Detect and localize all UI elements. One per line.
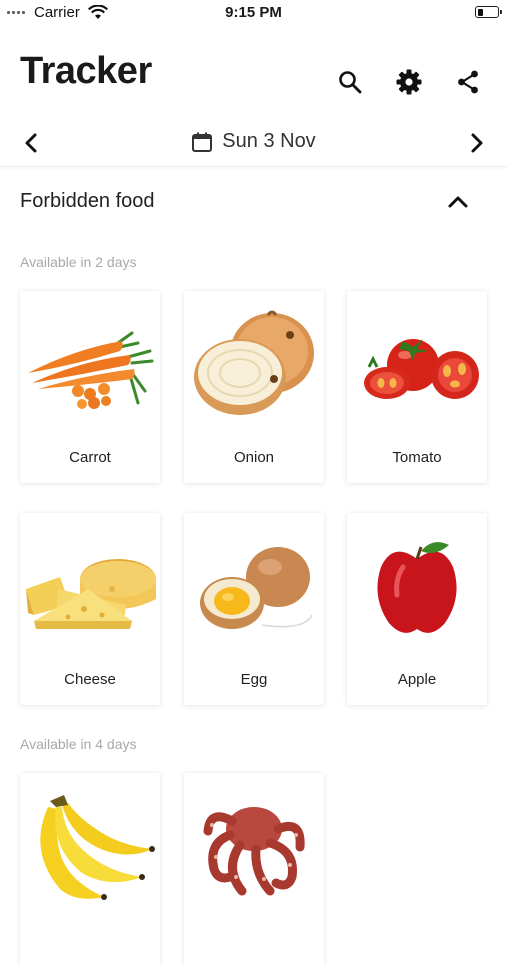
food-card-cheese[interactable]: Cheese — [20, 513, 160, 705]
tomato-image — [364, 339, 479, 399]
food-card-egg[interactable]: Egg — [184, 513, 324, 705]
chevron-right-icon — [471, 133, 483, 153]
next-day-button[interactable] — [462, 128, 492, 158]
share-icon — [458, 70, 478, 94]
onion-image — [194, 310, 314, 415]
food-card-apple[interactable]: Apple — [347, 513, 487, 705]
forbidden-food-header[interactable]: Forbidden food — [0, 180, 507, 226]
battery-icon — [475, 6, 502, 18]
apple-image — [377, 542, 457, 633]
collapse-button[interactable] — [445, 189, 471, 215]
search-icon — [339, 71, 362, 94]
chevron-up-icon — [448, 196, 468, 208]
settings-button[interactable] — [392, 65, 426, 99]
group-label: Available in 4 days — [20, 736, 137, 752]
food-name: Apple — [397, 671, 437, 688]
page-title: Tracker — [20, 50, 152, 92]
food-name: Onion — [233, 449, 275, 466]
share-button[interactable] — [451, 65, 485, 99]
section-title: Forbidden food — [20, 190, 155, 212]
food-card-octopus[interactable] — [184, 773, 324, 965]
food-name: Egg — [240, 671, 268, 688]
calendar-icon — [192, 132, 213, 152]
date-navigator: Sun 3 Nov — [0, 120, 507, 167]
food-card-onion[interactable]: Onion — [184, 291, 324, 483]
food-name: Cheese — [64, 671, 116, 688]
date-picker[interactable]: Sun 3 Nov — [0, 130, 507, 153]
cheese-image — [26, 559, 156, 629]
food-name: Carrot — [69, 449, 111, 466]
food-card-tomato[interactable]: Tomato — [347, 291, 487, 483]
group-label: Available in 2 days — [20, 254, 137, 270]
current-date: Sun 3 Nov — [222, 130, 316, 152]
status-bar: Carrier 9:15 PM — [0, 0, 507, 28]
food-name: Tomato — [392, 449, 442, 466]
carrot-image — [28, 331, 154, 409]
egg-image — [200, 547, 313, 629]
search-button[interactable] — [333, 65, 367, 99]
status-time: 9:15 PM — [225, 4, 282, 21]
battery-level — [477, 8, 484, 16]
food-card-banana[interactable] — [20, 773, 160, 965]
gear-icon — [396, 69, 422, 95]
octopus-image — [203, 807, 305, 896]
food-card-carrot[interactable]: Carrot — [20, 291, 160, 483]
banana-image — [40, 795, 155, 900]
